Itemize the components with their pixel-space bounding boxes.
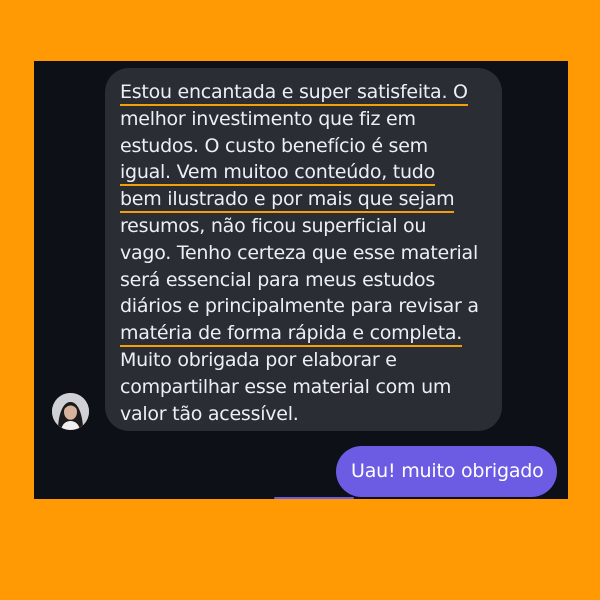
incoming-message-bubble[interactable]: Estou encantada e super satisfeita. O me… (105, 68, 502, 431)
highlighted-text: bem ilustrado e por mais que sejam (120, 188, 455, 214)
chat-screenshot: Estou encantada e super satisfeita. O me… (34, 61, 568, 499)
message-line: resumos, não ficou superficial ou (120, 214, 427, 237)
highlighted-text: matéria de forma rápida e completa. (120, 322, 462, 348)
message-line: vago. Tenho certeza que esse material (120, 241, 478, 264)
sender-avatar[interactable] (52, 393, 89, 430)
message-line: Estou encantada e super satisfeita. O (120, 79, 492, 106)
avatar-photo (52, 393, 89, 430)
message-line: melhor investimento que fiz em (120, 107, 416, 130)
outgoing-message-text: Uau! muito obrigado (351, 460, 544, 482)
message-line: será essencial para meus estudos (120, 268, 436, 291)
next-bubble-edge (274, 497, 354, 499)
highlighted-text: igual. Vem muitoo conteúdo, tudo (120, 161, 435, 187)
message-line: Muito obrigada por elaborar e (120, 348, 397, 371)
message-line: valor tão acessível. (120, 402, 299, 425)
message-line: diários e principalmente para revisar a (120, 295, 479, 318)
highlighted-text: Estou encantada e super satisfeita. O (120, 81, 468, 106)
message-line: estudos. O custo benefício é sem (120, 134, 428, 157)
message-line: compartilhar esse material com um (120, 375, 452, 398)
message-line: matéria de forma rápida e completa. (120, 320, 492, 348)
message-line: igual. Vem muitoo conteúdo, tudo (120, 159, 492, 187)
outgoing-message-bubble[interactable]: Uau! muito obrigado (336, 446, 557, 497)
message-line: bem ilustrado e por mais que sejam (120, 186, 492, 214)
